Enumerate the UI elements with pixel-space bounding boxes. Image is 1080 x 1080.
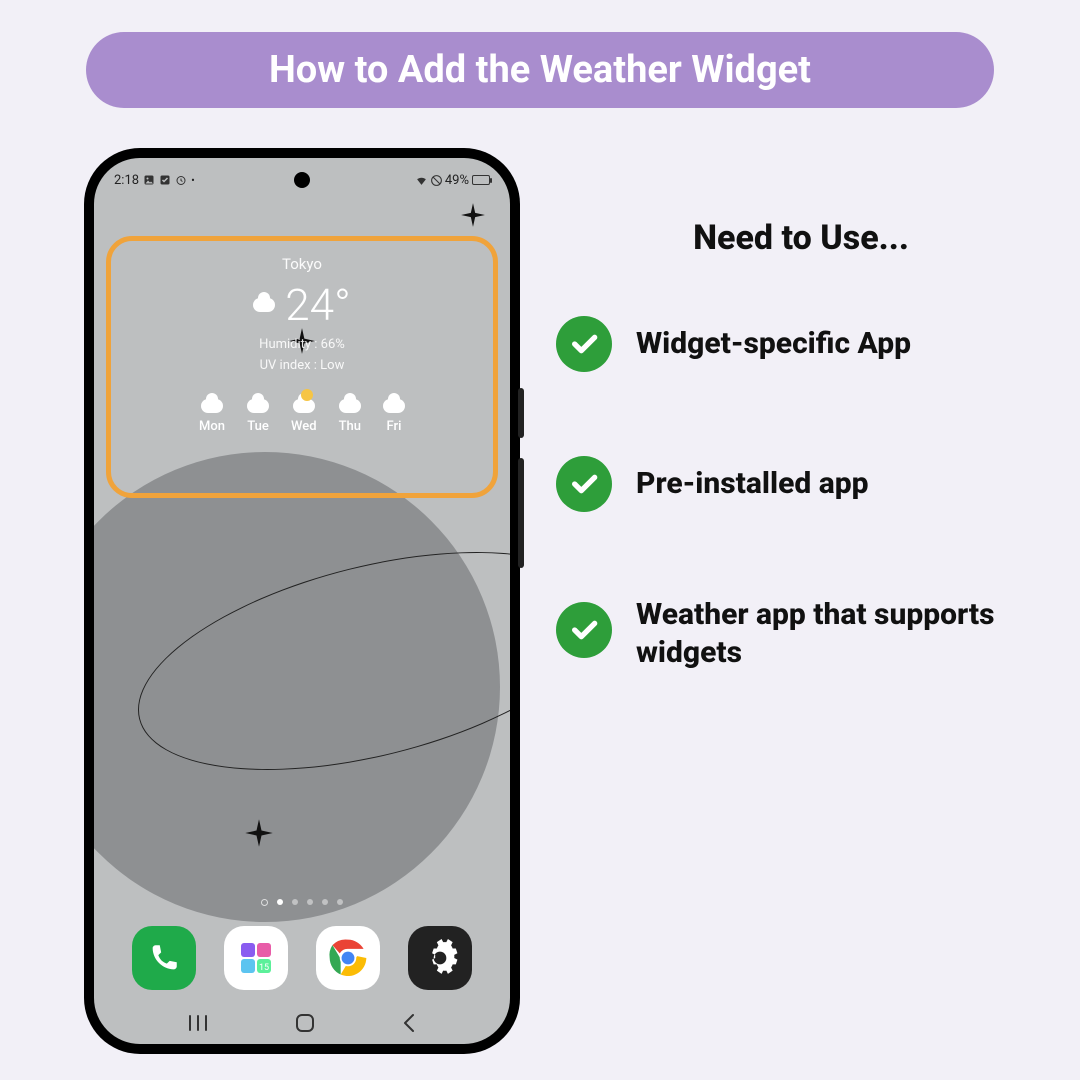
partly-sunny-icon [293, 399, 315, 413]
status-time: 2:18 [114, 173, 139, 188]
forecast-label: Fri [387, 419, 402, 434]
home-page-dot[interactable] [261, 899, 268, 906]
nav-recents-button[interactable] [187, 1014, 209, 1032]
alarm-icon [175, 174, 187, 186]
svg-text:15: 15 [259, 963, 269, 973]
cloud-icon [383, 399, 405, 413]
forecast-day: Mon [199, 399, 225, 434]
more-icon: • [191, 175, 195, 186]
info-item: Pre-installed app [556, 456, 1046, 512]
weather-city: Tokyo [282, 255, 322, 273]
weather-temp-row: 24° [253, 279, 350, 331]
forecast-day: Fri [383, 399, 405, 434]
weather-uv: UV index : Low [260, 358, 345, 373]
forecast-label: Mon [199, 419, 225, 434]
nav-bar [94, 1012, 510, 1034]
info-item-text: Widget-specific App [636, 325, 911, 363]
check-icon [556, 456, 612, 512]
weather-humidity: Humidity : 66% [259, 337, 345, 352]
cloud-icon [253, 298, 275, 312]
info-item-text: Weather app that supports widgets [636, 596, 1046, 673]
page-title: How to Add the Weather Widget [269, 48, 811, 92]
cloud-icon [247, 399, 269, 413]
page-dot[interactable] [337, 899, 343, 905]
status-right: 49% [415, 173, 490, 188]
page-dot[interactable] [307, 899, 313, 905]
page-indicator[interactable] [261, 899, 343, 906]
weather-widget-highlight[interactable]: Tokyo 24° Humidity : 66% UV index : Low … [106, 236, 498, 498]
phone-power-button [518, 458, 524, 568]
weather-temp: 24° [285, 279, 350, 331]
nav-back-button[interactable] [401, 1013, 417, 1033]
sparkle-icon [460, 202, 486, 228]
image-icon [143, 174, 155, 186]
forecast-label: Wed [291, 419, 317, 434]
phone-volume-button [518, 388, 524, 438]
weather-forecast: Mon Tue Wed Thu Fri [199, 399, 405, 434]
cloud-icon [201, 399, 223, 413]
phone-app-icon[interactable] [132, 926, 196, 990]
cloud-icon [339, 399, 361, 413]
status-left: 2:18 • [114, 173, 195, 188]
page-title-pill: How to Add the Weather Widget [86, 32, 994, 108]
info-item-text: Pre-installed app [636, 465, 868, 503]
phone-camera-hole [294, 172, 310, 188]
page-dot[interactable] [277, 899, 283, 905]
no-signal-icon [430, 174, 442, 186]
forecast-label: Thu [339, 419, 361, 434]
battery-text: 49% [445, 173, 469, 188]
nav-home-button[interactable] [294, 1012, 316, 1034]
info-heading: Need to Use... [556, 218, 1046, 258]
weather-widget[interactable]: Tokyo 24° Humidity : 66% UV index : Low … [115, 245, 489, 489]
battery-icon [472, 175, 490, 185]
info-item: Weather app that supports widgets [556, 596, 1046, 673]
forecast-day: Tue [247, 399, 269, 434]
forecast-day: Thu [339, 399, 361, 434]
dock: 15 [94, 926, 510, 990]
check-box-icon [159, 174, 171, 186]
phone-screen: 2:18 • 49% [94, 158, 510, 1044]
page-dot[interactable] [292, 899, 298, 905]
widgets-app-icon[interactable]: 15 [224, 926, 288, 990]
info-column: Need to Use... Widget-specific App Pre-i… [556, 218, 1046, 757]
info-item: Widget-specific App [556, 316, 1046, 372]
page-dot[interactable] [322, 899, 328, 905]
check-icon [556, 316, 612, 372]
sparkle-icon [244, 818, 274, 848]
phone-mockup: 2:18 • 49% [84, 148, 520, 1054]
check-icon [556, 602, 612, 658]
chrome-app-icon[interactable] [316, 926, 380, 990]
settings-app-icon[interactable] [408, 926, 472, 990]
wifi-icon [415, 174, 427, 186]
forecast-label: Tue [247, 419, 269, 434]
forecast-day: Wed [291, 399, 317, 434]
